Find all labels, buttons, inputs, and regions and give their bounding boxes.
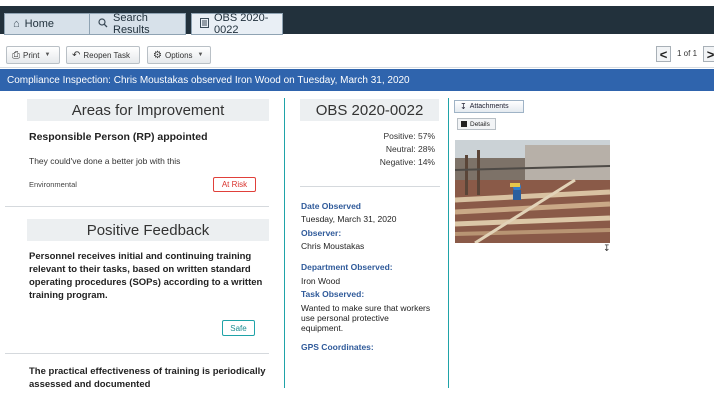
options-label: Options	[164, 50, 193, 60]
search-icon	[98, 17, 108, 31]
tab-obs-record[interactable]: OBS 2020-0022	[191, 12, 283, 36]
toolbar: ⎙ Print ▼ ↶ Reopen Task ⚙ Options ▼	[0, 38, 714, 68]
section-divider	[5, 206, 269, 207]
tab-home-label: Home	[24, 18, 54, 30]
record-title-banner: Compliance Inspection: Chris Moustakas o…	[0, 69, 714, 91]
observer-label: Observer:	[301, 228, 342, 238]
tab-search-label: Search Results	[113, 12, 150, 36]
record-title: Compliance Inspection: Chris Moustakas o…	[7, 74, 410, 86]
at-risk-badge: At Risk	[213, 177, 256, 192]
date-observed-value: Tuesday, March 31, 2020	[301, 214, 397, 224]
task-observed-label: Task Observed:	[301, 289, 365, 299]
positive-feedback-heading: Positive Feedback	[27, 219, 269, 241]
column-divider	[448, 98, 449, 388]
download-icon: ↧	[460, 102, 467, 111]
print-label: Print	[23, 50, 40, 60]
chevron-down-icon: ▼	[44, 52, 51, 58]
tab-home[interactable]: ⌂ Home	[4, 13, 90, 35]
positive-feedback-item: Personnel receives initial and continuin…	[29, 251, 263, 301]
improvement-item-title: Responsible Person (RP) appointed	[29, 131, 208, 143]
reopen-task-button[interactable]: ↶ Reopen Task	[66, 46, 140, 64]
column-divider	[284, 98, 285, 388]
date-observed-label: Date Observed	[301, 201, 361, 211]
attachment-photo[interactable]	[455, 140, 610, 243]
tab-obs-label: OBS 2020-0022	[214, 12, 269, 36]
department-observed-label: Department Observed:	[301, 262, 393, 272]
safe-badge: Safe	[222, 320, 255, 336]
positive-feedback-item: The practical effectiveness of training …	[29, 366, 266, 390]
printer-icon: ⎙	[12, 49, 20, 61]
pager-text: 1 of 1	[677, 49, 698, 58]
options-button[interactable]: ⚙ Options ▼	[147, 46, 211, 64]
details-icon	[461, 121, 467, 127]
reopen-label: Reopen Task	[83, 50, 130, 60]
observation-summary: OBS 2020-0022 Positive: 57% Neutral: 28%…	[290, 91, 447, 394]
details-button[interactable]: Details	[457, 118, 496, 130]
department-observed-value: Iron Wood	[301, 276, 341, 286]
tab-search-results[interactable]: Search Results	[89, 12, 186, 36]
gps-coordinates-label: GPS Coordinates:	[301, 342, 374, 352]
observation-id-heading: OBS 2020-0022	[300, 99, 439, 121]
download-icon[interactable]: ↧	[603, 243, 611, 254]
improvement-item-category: Environmental	[29, 180, 77, 189]
details-label: Details	[470, 120, 490, 128]
section-divider	[300, 186, 440, 187]
attachments-label: Attachments	[469, 103, 509, 110]
areas-for-improvement-heading: Areas for Improvement	[27, 99, 269, 121]
feedback-column: Areas for Improvement Responsible Person…	[0, 91, 284, 394]
task-observed-value: Wanted to make sure that workers use per…	[301, 303, 431, 333]
chevron-down-icon: ▼	[197, 52, 204, 58]
negative-percentage: Negative: 14%	[379, 157, 435, 167]
section-divider	[5, 353, 269, 354]
attachments-button[interactable]: ↧ Attachments	[454, 100, 524, 113]
home-icon: ⌂	[13, 18, 20, 30]
gear-icon: ⚙	[153, 49, 162, 61]
positive-percentage: Positive: 57%	[383, 131, 436, 141]
next-page-button[interactable]: >	[703, 46, 714, 62]
print-button[interactable]: ⎙ Print ▼	[6, 46, 60, 64]
previous-page-button[interactable]: <	[656, 46, 671, 62]
neutral-percentage: Neutral: 28%	[385, 144, 435, 154]
top-tab-bar: ⌂ Home Search Results OBS 2020-0022	[0, 0, 714, 36]
undo-icon: ↶	[72, 49, 81, 61]
improvement-item-description: They could've done a better job with thi…	[29, 156, 181, 166]
document-icon	[200, 17, 209, 31]
observer-value: Chris Moustakas	[301, 241, 365, 251]
